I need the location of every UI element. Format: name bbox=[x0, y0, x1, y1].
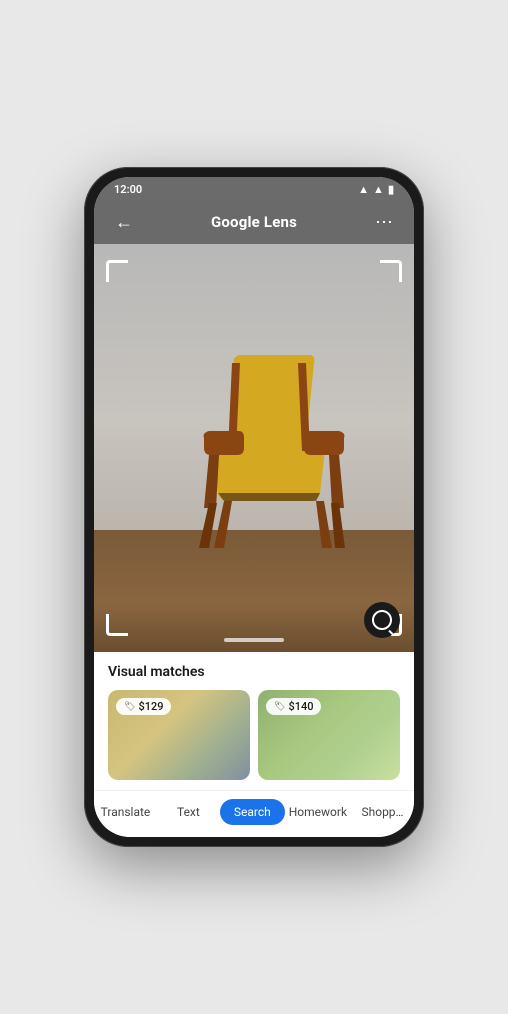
back-arrow-icon: ← bbox=[115, 212, 133, 233]
tab-shopping[interactable]: Shopp… bbox=[351, 799, 414, 825]
price-badge-1: 🏷 $129 bbox=[116, 698, 171, 715]
tab-text-label: Text bbox=[177, 805, 200, 819]
scan-progress-bar bbox=[224, 638, 284, 642]
match-card-1[interactable]: 🏷 $129 bbox=[108, 690, 250, 780]
price-value-1: $129 bbox=[138, 700, 163, 713]
photo-background bbox=[94, 244, 414, 652]
more-icon: ⋯ bbox=[375, 212, 393, 233]
price-badge-2: 🏷 $140 bbox=[266, 698, 321, 715]
more-options-button[interactable]: ⋯ bbox=[370, 208, 398, 236]
tab-translate-label: Translate bbox=[101, 805, 151, 819]
tab-search-label: Search bbox=[234, 805, 271, 819]
bottom-sheet: Visual matches 🏷 $129 🏷 $140 bbox=[94, 652, 414, 790]
price-value-2: $140 bbox=[288, 700, 313, 713]
status-icons: ▲ ▲ ▮ bbox=[358, 183, 394, 196]
tab-shopping-label: Shopp… bbox=[361, 805, 403, 819]
tab-translate[interactable]: Translate bbox=[94, 799, 157, 825]
app-title: Google Lens bbox=[211, 213, 297, 231]
tab-homework[interactable]: Homework bbox=[285, 799, 351, 825]
battery-icon: ▮ bbox=[388, 183, 394, 196]
phone-screen: 12:00 ▲ ▲ ▮ ← Google Lens ⋯ bbox=[94, 177, 414, 837]
camera-view[interactable] bbox=[94, 244, 414, 652]
title-plain: Google bbox=[211, 213, 264, 231]
tab-search[interactable]: Search bbox=[220, 799, 285, 825]
matches-grid: 🏷 $129 🏷 $140 bbox=[108, 690, 400, 780]
wifi-icon: ▲ bbox=[373, 183, 384, 196]
top-bar: ← Google Lens ⋯ bbox=[94, 200, 414, 244]
phone-frame: 12:00 ▲ ▲ ▮ ← Google Lens ⋯ bbox=[84, 167, 424, 847]
signal-icon: ▲ bbox=[358, 183, 369, 196]
chair-image bbox=[94, 244, 414, 652]
visual-matches-title: Visual matches bbox=[108, 664, 400, 680]
match-card-2[interactable]: 🏷 $140 bbox=[258, 690, 400, 780]
tab-homework-label: Homework bbox=[289, 805, 347, 819]
tab-text[interactable]: Text bbox=[157, 799, 220, 825]
lens-search-icon bbox=[372, 610, 392, 630]
status-time: 12:00 bbox=[114, 183, 142, 196]
bottom-tabs: Translate Text Search Homework Shopp… bbox=[94, 790, 414, 837]
price-tag-icon-1: 🏷 bbox=[124, 702, 135, 712]
status-bar: 12:00 ▲ ▲ ▮ bbox=[94, 177, 414, 200]
title-bold: Lens bbox=[264, 213, 297, 231]
lens-search-button[interactable] bbox=[364, 602, 400, 638]
price-tag-icon-2: 🏷 bbox=[274, 702, 285, 712]
back-button[interactable]: ← bbox=[110, 208, 138, 236]
